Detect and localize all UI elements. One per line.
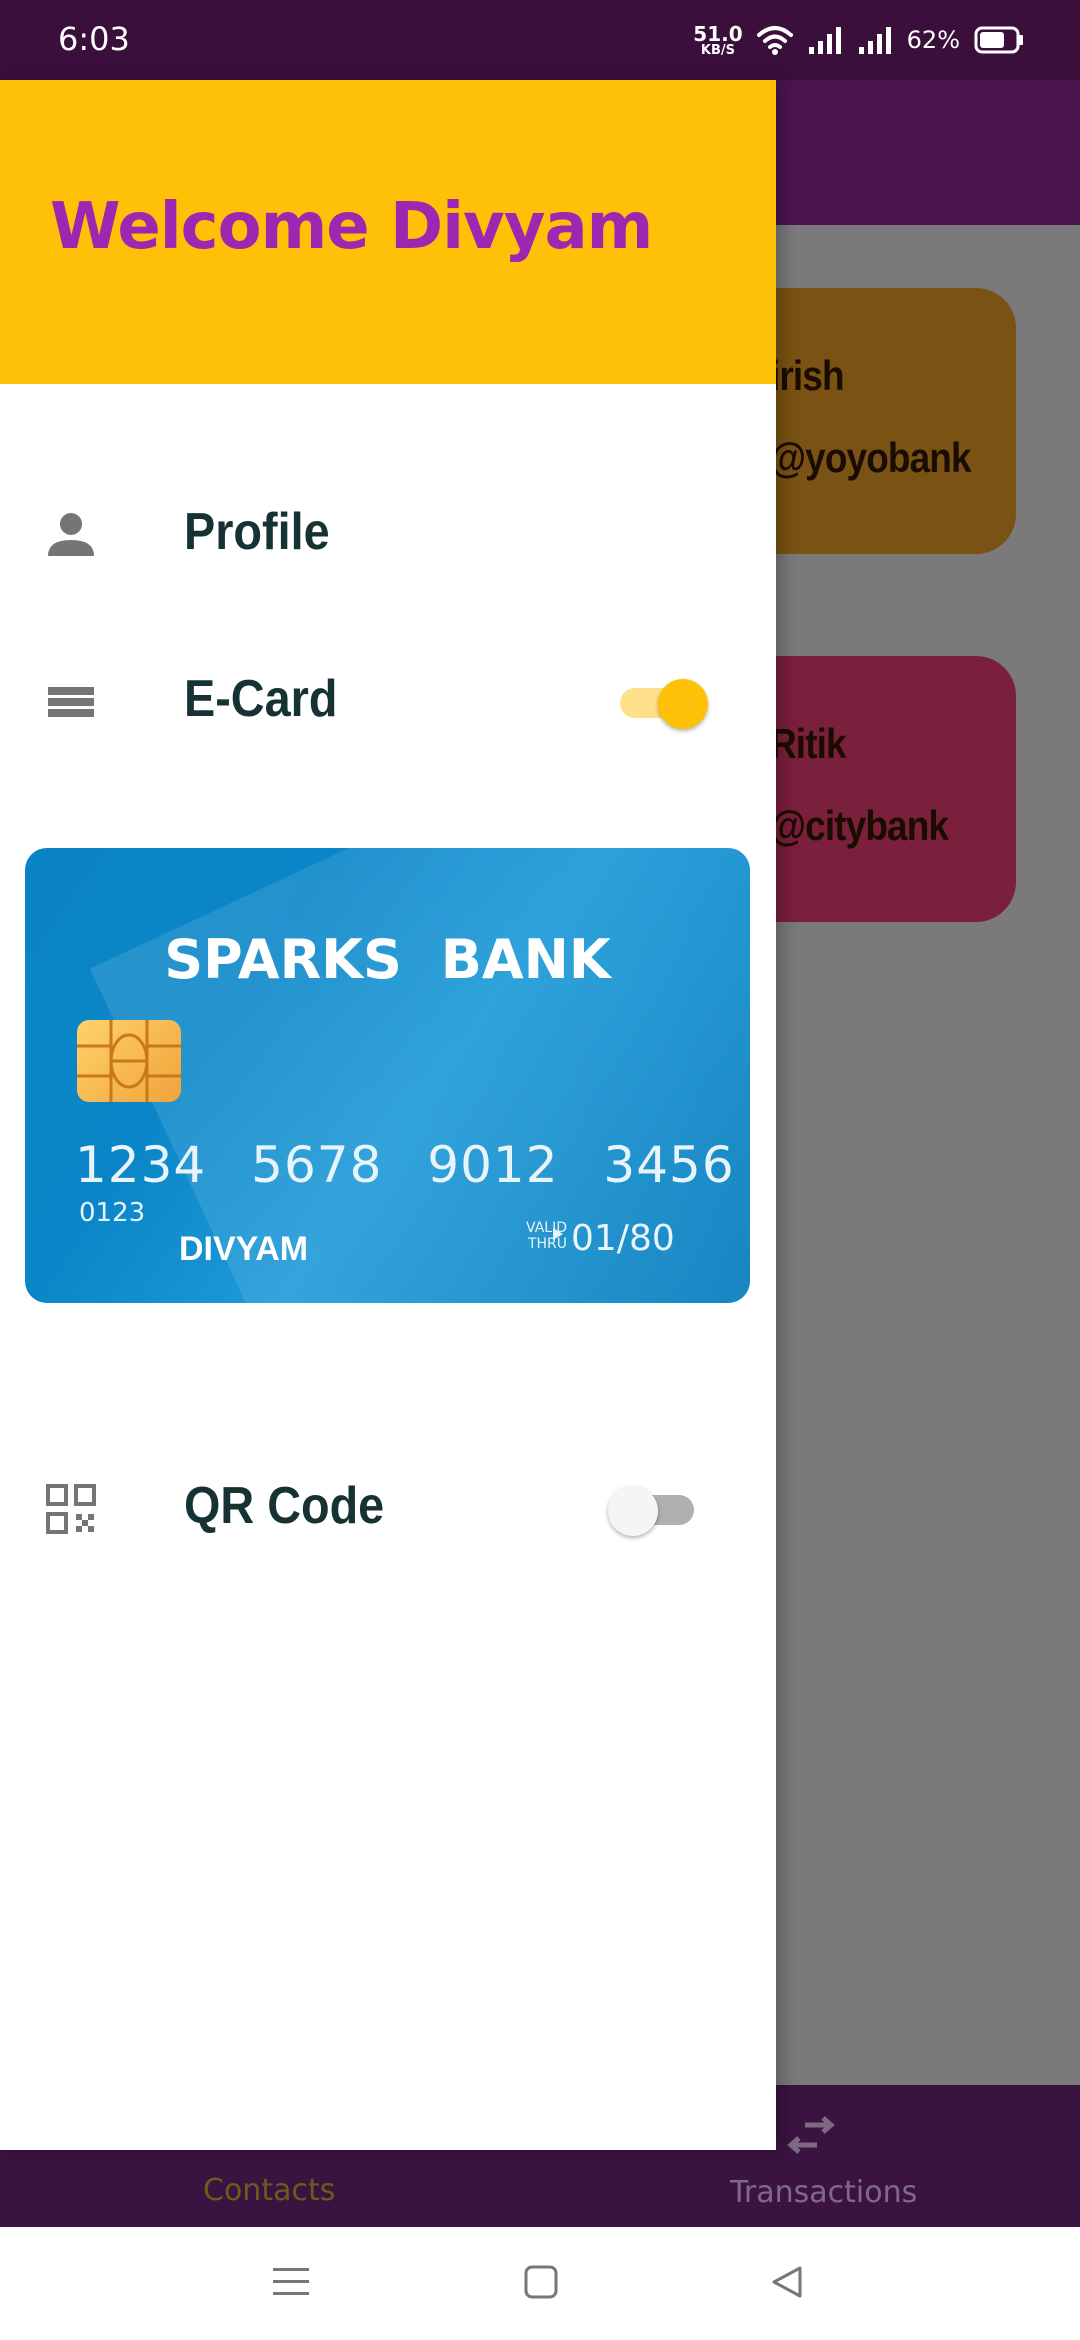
menu-item-profile[interactable]: Profile xyxy=(0,480,776,590)
menu-lines-icon xyxy=(273,2268,309,2295)
contact-bank: @yoyobank xyxy=(770,434,972,481)
system-navigation xyxy=(0,2227,1080,2340)
battery-icon xyxy=(974,26,1023,54)
status-icons: 51.0 KB/S 62% xyxy=(693,18,1024,62)
network-speed-value: 51.0 xyxy=(693,21,743,46)
status-bar: 6:03 51.0 KB/S 62% xyxy=(0,0,1080,80)
welcome-text: Welcome Divyam xyxy=(50,190,653,264)
card-icon xyxy=(48,687,94,717)
signal-icon-2 xyxy=(858,27,891,54)
home-button[interactable] xyxy=(516,2257,566,2307)
wifi-icon xyxy=(756,26,793,55)
person-icon xyxy=(48,513,94,556)
menu-label: Profile xyxy=(184,503,330,561)
menu-item-qr-code[interactable]: QR Code xyxy=(0,1454,776,1564)
network-speed-unit: KB/S xyxy=(700,42,736,58)
card-sub-number: 0123 xyxy=(79,1198,146,1228)
status-time: 6:03 xyxy=(58,20,130,58)
card-expiry: 01/80 xyxy=(571,1218,675,1259)
swap-arrows-icon xyxy=(787,2116,835,2154)
navigation-drawer: Welcome Divyam Profile E-Card SPARKS BAN… xyxy=(0,80,776,2150)
bank-name: SPARKS BANK xyxy=(164,928,611,991)
card-number: 1234 5678 9012 3456 xyxy=(75,1136,735,1194)
network-speed: 51.0 KB/S xyxy=(693,24,742,57)
nav-contacts[interactable]: Contacts xyxy=(203,2173,335,2208)
arrow-right-icon xyxy=(553,1228,563,1240)
square-icon xyxy=(524,2265,558,2299)
contact-bank: @citybank xyxy=(770,802,949,849)
menu-label: E-Card xyxy=(184,670,338,728)
battery-percent: 62% xyxy=(906,26,960,54)
contact-name: irish xyxy=(770,352,845,399)
bank-card: SPARKS BANK 1234 5678 9012 3456 0123 DIV… xyxy=(25,848,750,1303)
drawer-header: Welcome Divyam xyxy=(0,80,776,384)
ecard-toggle[interactable] xyxy=(614,679,708,729)
toggle-thumb xyxy=(658,679,708,729)
qr-code-icon xyxy=(46,1484,96,1534)
back-button[interactable] xyxy=(762,2257,812,2307)
card-holder-name: DIVYAM xyxy=(179,1230,309,1268)
signal-icon xyxy=(808,27,841,54)
back-triangle-icon xyxy=(772,2266,802,2298)
toggle-thumb xyxy=(608,1486,658,1536)
contact-name: Ritik xyxy=(770,720,847,767)
menu-label: QR Code xyxy=(184,1477,385,1535)
chip-icon xyxy=(77,1020,181,1102)
nav-transactions[interactable]: Transactions xyxy=(730,2175,917,2210)
menu-item-ecard[interactable]: E-Card xyxy=(0,647,776,757)
qr-code-toggle[interactable] xyxy=(608,1486,698,1536)
recents-button[interactable] xyxy=(266,2257,316,2307)
